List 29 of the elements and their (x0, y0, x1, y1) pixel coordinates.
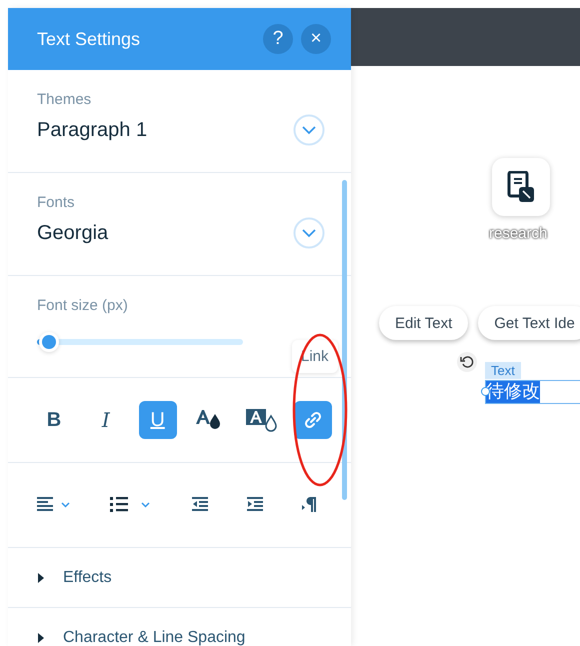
dropdown-icon[interactable] (293, 114, 325, 146)
rotate-icon[interactable] (456, 351, 478, 373)
fonts-value: Georgia (37, 222, 108, 244)
bold-button[interactable]: B (35, 401, 73, 439)
italic-button[interactable]: I (86, 401, 125, 439)
slider-handle[interactable] (42, 335, 56, 349)
app-icon[interactable] (492, 158, 550, 216)
paragraph-direction-icon[interactable] (301, 496, 317, 514)
accordion-section[interactable]: Character & Line Spacing (8, 608, 351, 646)
highlight-color-icon (244, 407, 278, 433)
themes-value: Paragraph 1 (37, 118, 148, 142)
outdent-icon[interactable] (192, 496, 210, 514)
fonts-label: Fonts (37, 194, 76, 211)
link-button[interactable] (294, 401, 332, 439)
section-title: Character & Line Spacing (63, 628, 246, 646)
help-button[interactable]: ? (263, 24, 293, 54)
app-label: research (489, 225, 548, 242)
section-title: Effects (63, 568, 112, 586)
panel-title: Text Settings (37, 28, 142, 50)
close-button[interactable]: × (301, 24, 331, 54)
element-tag: Text (485, 362, 521, 379)
scrollbar[interactable] (342, 180, 347, 500)
themes-label: Themes (37, 91, 92, 108)
accordion-section[interactable]: Effects (8, 548, 351, 608)
action-button[interactable]: Get Text Ide (478, 306, 580, 340)
indent-icon[interactable] (246, 496, 264, 514)
action-button[interactable]: Edit Text (379, 306, 468, 340)
dropdown-icon[interactable] (293, 217, 325, 249)
font-size-label: Font size (px) (37, 297, 129, 314)
